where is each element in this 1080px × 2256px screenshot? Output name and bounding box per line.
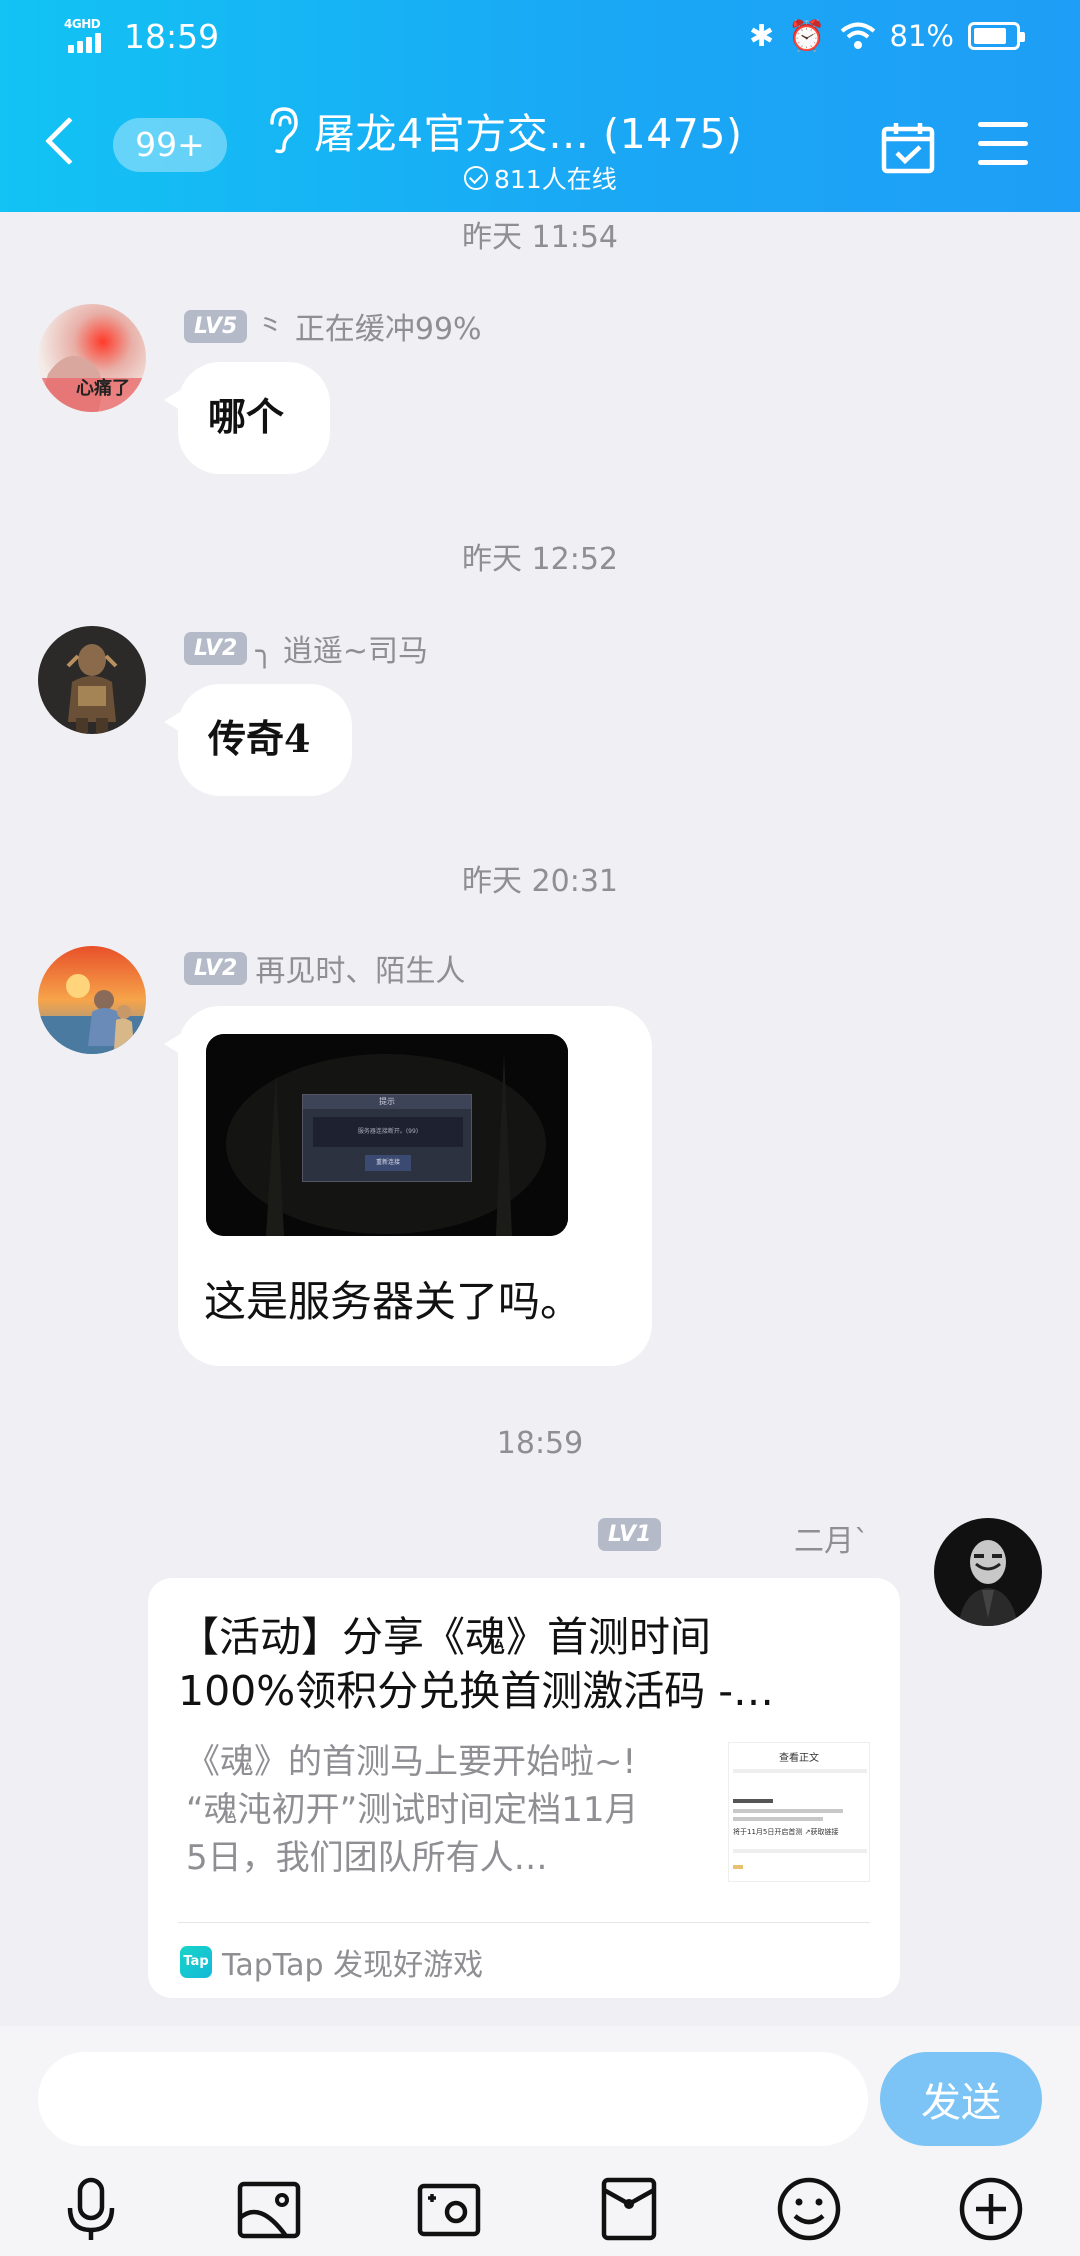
message-timestamp: 18:59 xyxy=(496,1426,584,1461)
sender-row: LV2 ╮ 逍遥~司马 xyxy=(184,626,428,670)
level-badge: LV2 xyxy=(184,631,248,665)
screenshot-dialog-title: 提示 xyxy=(303,1095,471,1109)
card-source-label: TapTap 发现好游戏 xyxy=(222,1948,484,1983)
taptap-logo-icon: Tap xyxy=(180,1946,212,1978)
avatar-caption: 心痛了 xyxy=(76,378,130,399)
avatar[interactable] xyxy=(38,626,146,734)
card-thumbnail: 查看正文 将于11月5日开启首测 ↗获取链接 xyxy=(728,1742,870,1882)
status-bar: 4GHD 18:59 ✱ ⏰ 81% xyxy=(0,0,1080,72)
card-title-line: 【活动】分享《魂》首测时间 xyxy=(178,1613,711,1661)
earpiece-mode-icon xyxy=(270,107,298,154)
screenshot-dialog-button: 重新连接 xyxy=(365,1155,411,1171)
sender-name[interactable]: 二月ˋ xyxy=(794,1516,869,1560)
thumbnail-row: 将于11月5日开启首测 ↗获取链接 xyxy=(733,1828,839,1836)
sender-name[interactable]: ╮ 逍遥~司马 xyxy=(255,626,428,670)
online-check-icon xyxy=(464,166,488,190)
message-bubble[interactable]: 传奇4 xyxy=(164,684,352,796)
sender-name[interactable]: 再见时、陌生人 xyxy=(255,946,465,990)
chat-title-row[interactable]: 屠龙4官方交… (1475) xyxy=(262,100,782,160)
nav-bar: 99+ 屠龙4官方交… (1475) 811人在线 xyxy=(0,90,1080,200)
message-composer: 发送 xyxy=(0,2026,1080,2256)
battery-percent: 81% xyxy=(889,19,954,53)
message-text: 传奇4 xyxy=(208,716,311,761)
message-timestamp: 昨天 11:54 xyxy=(462,220,618,255)
chat-title: 屠龙4官方交… (1475) xyxy=(314,110,743,158)
voice-button[interactable] xyxy=(56,2174,126,2244)
photo-button[interactable] xyxy=(234,2174,304,2244)
sender-name[interactable]: ⺀ 正在缓冲99% xyxy=(255,304,481,348)
composer-toolbar xyxy=(0,2166,1080,2256)
avatar[interactable] xyxy=(934,1518,1042,1626)
avatar[interactable] xyxy=(38,946,146,1054)
status-time: 18:59 xyxy=(124,16,220,56)
alarm-icon: ⏰ xyxy=(788,18,826,54)
message-image[interactable]: 提示 服务器连接断开。(99) 重新连接 xyxy=(206,1034,568,1236)
card-title: 【活动】分享《魂》首测时间 100%领积分兑换首测激活码 -… xyxy=(178,1610,858,1718)
card-source: Tap TapTap 发现好游戏 xyxy=(180,1940,483,1984)
chat-header: 4GHD 18:59 ✱ ⏰ 81% 99+ 屠龙4官方交… (1475) 81… xyxy=(0,0,1080,212)
microphone-icon xyxy=(67,2177,115,2240)
menu-icon[interactable] xyxy=(978,122,1028,166)
message-bubble[interactable]: 提示 服务器连接断开。(99) 重新连接 这是服务器关了吗。 xyxy=(164,1006,652,1366)
send-button[interactable]: 发送 xyxy=(880,2052,1042,2146)
message-input[interactable] xyxy=(38,2052,868,2146)
smiley-icon xyxy=(777,2177,841,2241)
card-description: 《魂》的首测马上要开始啦~! “魂沌初开”测试时间定档11月 5日，我们团队所有… xyxy=(186,1738,726,1882)
unread-count-badge[interactable]: 99+ xyxy=(113,118,227,172)
message-bubble[interactable]: 哪个 xyxy=(164,362,330,474)
camera-icon xyxy=(417,2183,481,2237)
level-badge: LV1 xyxy=(598,1518,662,1551)
bluetooth-icon: ✱ xyxy=(749,18,775,54)
card-desc-line: “魂沌初开”测试时间定档11月 xyxy=(186,1790,639,1830)
shared-link-card[interactable]: 【活动】分享《魂》首测时间 100%领积分兑换首测激活码 -… 《魂》的首测马上… xyxy=(148,1578,900,1998)
red-packet-icon xyxy=(601,2177,657,2241)
sender-row: LV5 ⺀ 正在缓冲99% xyxy=(184,304,482,348)
message-timestamp: 昨天 20:31 xyxy=(462,864,618,899)
camera-button[interactable] xyxy=(414,2174,484,2244)
sender-row: LV2 再见时、陌生人 xyxy=(184,946,465,990)
more-button[interactable] xyxy=(956,2174,1026,2244)
red-packet-button[interactable] xyxy=(594,2174,664,2244)
message-text: 这是服务器关了吗。 xyxy=(204,1277,583,1326)
back-arrow-icon[interactable] xyxy=(44,116,94,166)
card-desc-line: 《魂》的首测马上要开始啦~! xyxy=(186,1742,637,1782)
emoji-button[interactable] xyxy=(774,2174,844,2244)
message-timestamp: 昨天 12:52 xyxy=(462,542,618,577)
thumbnail-title: 查看正文 xyxy=(779,1753,819,1764)
online-count: 811人在线 xyxy=(464,160,617,196)
online-count-label: 811人在线 xyxy=(494,165,617,194)
wifi-icon xyxy=(840,22,875,49)
screenshot-dialog-body: 服务器连接断开。(99) xyxy=(313,1117,463,1147)
level-badge: LV2 xyxy=(184,951,248,985)
level-badge: LV5 xyxy=(184,309,248,343)
image-icon xyxy=(237,2181,301,2239)
calendar-checkin-icon[interactable] xyxy=(880,120,936,176)
message-text: 哪个 xyxy=(208,394,285,439)
plus-circle-icon xyxy=(959,2177,1023,2241)
card-desc-line: 5日，我们团队所有人… xyxy=(186,1838,548,1878)
card-divider xyxy=(178,1922,870,1923)
cellular-signal-icon: 4GHD xyxy=(64,17,110,53)
screenshot-dialog: 提示 服务器连接断开。(99) 重新连接 xyxy=(302,1094,472,1182)
card-title-line: 100%领积分兑换首测激活码 -… xyxy=(178,1667,775,1715)
battery-icon xyxy=(968,22,1025,50)
network-type: 4GHD xyxy=(64,17,101,31)
